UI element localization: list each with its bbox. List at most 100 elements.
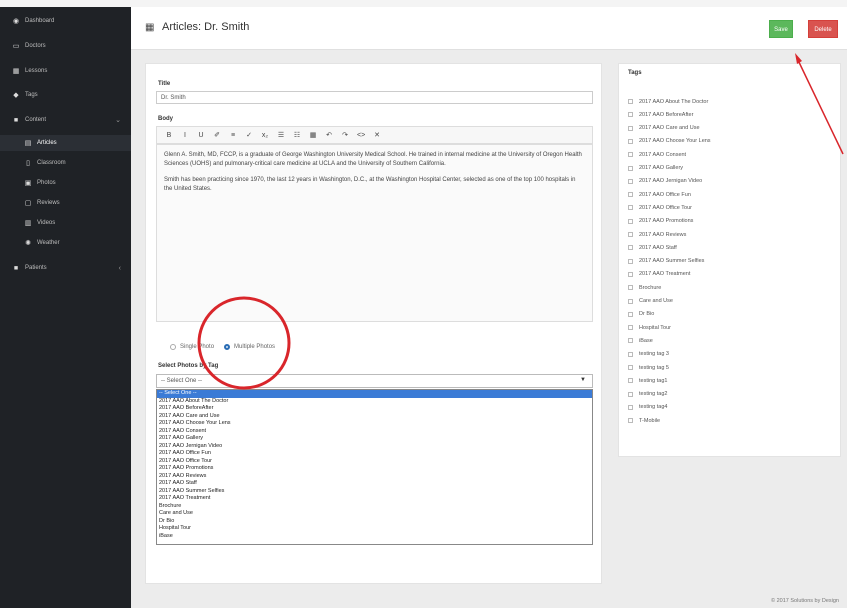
- toolbar-button-7[interactable]: ☰: [277, 131, 285, 139]
- toolbar-button-2[interactable]: U: [197, 132, 205, 139]
- tag-checkbox-item[interactable]: Care and Use: [628, 295, 673, 308]
- title-input[interactable]: Dr. Smith: [156, 91, 593, 104]
- delete-button[interactable]: Delete: [808, 20, 838, 38]
- toolbar-button-6[interactable]: x₂: [261, 132, 269, 139]
- multiple-photos-radio[interactable]: [224, 344, 231, 350]
- tag-checkbox-item[interactable]: 2017 AAO Choose Your Lens: [628, 135, 711, 148]
- sidebar-item-patients[interactable]: ■ Patients ‹: [0, 260, 131, 276]
- toolbar-button-4[interactable]: ≡: [229, 132, 237, 139]
- tag-checkbox[interactable]: [628, 338, 633, 344]
- tag-checkbox-item[interactable]: 2017 AAO Reviews: [628, 228, 686, 241]
- dropdown-option[interactable]: 2017 AAO Office Tour: [157, 458, 592, 466]
- sidebar-item-videos[interactable]: ▥ Videos: [0, 215, 131, 231]
- tag-checkbox[interactable]: [628, 138, 633, 144]
- toolbar-button-0[interactable]: B: [165, 132, 173, 139]
- tag-checkbox[interactable]: [628, 351, 633, 357]
- dropdown-option[interactable]: 2017 AAO Gallery: [157, 435, 592, 443]
- sidebar-item-dashboard[interactable]: ◉ Dashboard: [0, 13, 131, 29]
- sidebar-item-reviews[interactable]: ▢ Reviews: [0, 195, 131, 211]
- tag-checkbox[interactable]: [628, 378, 633, 384]
- toolbar-button-5[interactable]: ✓: [245, 131, 253, 139]
- sidebar-item-photos[interactable]: ▣ Photos: [0, 175, 131, 191]
- dropdown-option[interactable]: 2017 AAO Promotions: [157, 465, 592, 473]
- dropdown-option[interactable]: Dr Bio: [157, 518, 592, 526]
- tag-checkbox-item[interactable]: 2017 AAO Office Tour: [628, 201, 692, 214]
- tag-checkbox[interactable]: [628, 391, 633, 397]
- tag-checkbox[interactable]: [628, 298, 633, 304]
- toolbar-button-1[interactable]: I: [181, 132, 189, 139]
- tag-checkbox[interactable]: [628, 404, 633, 410]
- toolbar-button-12[interactable]: <>: [357, 132, 365, 139]
- tag-checkbox-item[interactable]: 2017 AAO BeforeAfter: [628, 108, 693, 121]
- tag-checkbox[interactable]: [628, 311, 633, 317]
- toolbar-button-10[interactable]: ↶: [325, 131, 333, 139]
- tag-checkbox-item[interactable]: 2017 AAO Office Fun: [628, 188, 691, 201]
- dropdown-option[interactable]: -- Select One --: [157, 390, 592, 398]
- tag-checkbox-item[interactable]: 2017 AAO Promotions: [628, 215, 693, 228]
- dropdown-option[interactable]: 2017 AAO Jernigan Video: [157, 443, 592, 451]
- dropdown-option[interactable]: 2017 AAO Summer Selfies: [157, 488, 592, 496]
- body-editor[interactable]: Glenn A. Smith, MD, FCCP, is a graduate …: [156, 144, 593, 322]
- toolbar-button-8[interactable]: ☷: [293, 131, 301, 139]
- tag-checkbox-item[interactable]: Brochure: [628, 281, 661, 294]
- tag-checkbox[interactable]: [628, 125, 633, 131]
- tag-checkbox-item[interactable]: T-Mobile: [628, 414, 660, 427]
- dropdown-option[interactable]: 2017 AAO Staff: [157, 480, 592, 488]
- tag-checkbox[interactable]: [628, 271, 633, 277]
- dropdown-option[interactable]: 2017 AAO About The Doctor: [157, 398, 592, 406]
- dropdown-option[interactable]: 2017 AAO Treatment: [157, 495, 592, 503]
- tag-checkbox-item[interactable]: Dr Bio: [628, 308, 654, 321]
- tag-checkbox-item[interactable]: testing tag4: [628, 401, 667, 414]
- tag-checkbox-item[interactable]: 2017 AAO Treatment: [628, 268, 690, 281]
- dropdown-option[interactable]: 2017 AAO BeforeAfter: [157, 405, 592, 413]
- sidebar-item-doctors[interactable]: ▭ Doctors: [0, 38, 131, 54]
- dropdown-option[interactable]: Hospital Tour: [157, 525, 592, 533]
- dropdown-option[interactable]: Brochure: [157, 503, 592, 511]
- sidebar-item-content[interactable]: ■ Content ⌄: [0, 112, 131, 128]
- sidebar-item-weather[interactable]: ✺ Weather: [0, 235, 131, 251]
- tag-checkbox-item[interactable]: testing tag 3: [628, 348, 669, 361]
- tag-checkbox-item[interactable]: Hospital Tour: [628, 321, 671, 334]
- dropdown-option[interactable]: 2017 AAO Consent: [157, 428, 592, 436]
- tag-checkbox[interactable]: [628, 245, 633, 251]
- tag-checkbox[interactable]: [628, 218, 633, 224]
- dropdown-option[interactable]: iBase: [157, 533, 592, 541]
- tag-checkbox-item[interactable]: 2017 AAO Staff: [628, 241, 677, 254]
- sidebar-item-classroom[interactable]: ▯ Classroom: [0, 155, 131, 171]
- sidebar-item-tags[interactable]: ◆ Tags: [0, 87, 131, 103]
- dropdown-option[interactable]: 2017 AAO Care and Use: [157, 413, 592, 421]
- tag-checkbox[interactable]: [628, 365, 633, 370]
- tag-checkbox-item[interactable]: 2017 AAO About The Doctor: [628, 95, 708, 108]
- tag-checkbox[interactable]: [628, 112, 633, 118]
- dropdown-option[interactable]: 2017 AAO Choose Your Lens: [157, 420, 592, 428]
- tag-checkbox[interactable]: [628, 178, 633, 184]
- tag-checkbox-item[interactable]: testing tag 5: [628, 361, 669, 374]
- tag-checkbox[interactable]: [628, 285, 633, 291]
- tag-checkbox-item[interactable]: 2017 AAO Jernigan Video: [628, 175, 702, 188]
- tag-checkbox[interactable]: [628, 418, 633, 424]
- sidebar-item-lessons[interactable]: ▦ Lessons: [0, 63, 131, 79]
- dropdown-option[interactable]: Care and Use: [157, 510, 592, 518]
- tag-checkbox-item[interactable]: 2017 AAO Consent: [628, 148, 686, 161]
- tag-checkbox[interactable]: [628, 152, 633, 158]
- toolbar-button-3[interactable]: ✐: [213, 131, 221, 139]
- sidebar-item-articles[interactable]: ▤ Articles: [0, 135, 131, 151]
- dropdown-option[interactable]: 2017 AAO Reviews: [157, 473, 592, 481]
- toolbar-button-11[interactable]: ↷: [341, 131, 349, 139]
- tag-checkbox[interactable]: [628, 165, 633, 171]
- tag-checkbox-item[interactable]: 2017 AAO Gallery: [628, 162, 683, 175]
- tag-select[interactable]: -- Select One -- ▼: [156, 374, 593, 388]
- tag-checkbox-item[interactable]: 2017 AAO Care and Use: [628, 122, 700, 135]
- tag-checkbox[interactable]: [628, 325, 633, 331]
- tag-checkbox[interactable]: [628, 258, 633, 264]
- tag-checkbox-item[interactable]: testing tag1: [628, 374, 667, 387]
- save-button[interactable]: Save: [769, 20, 793, 38]
- tag-checkbox-item[interactable]: testing tag2: [628, 388, 667, 401]
- dropdown-option[interactable]: 2017 AAO Office Fun: [157, 450, 592, 458]
- single-photo-radio[interactable]: [170, 344, 176, 350]
- tag-checkbox-item[interactable]: iBase: [628, 334, 653, 347]
- tag-checkbox-item[interactable]: 2017 AAO Summer Selfies: [628, 255, 704, 268]
- toolbar-button-13[interactable]: ✕: [373, 131, 381, 139]
- tag-checkbox[interactable]: [628, 205, 633, 211]
- tag-checkbox[interactable]: [628, 232, 633, 237]
